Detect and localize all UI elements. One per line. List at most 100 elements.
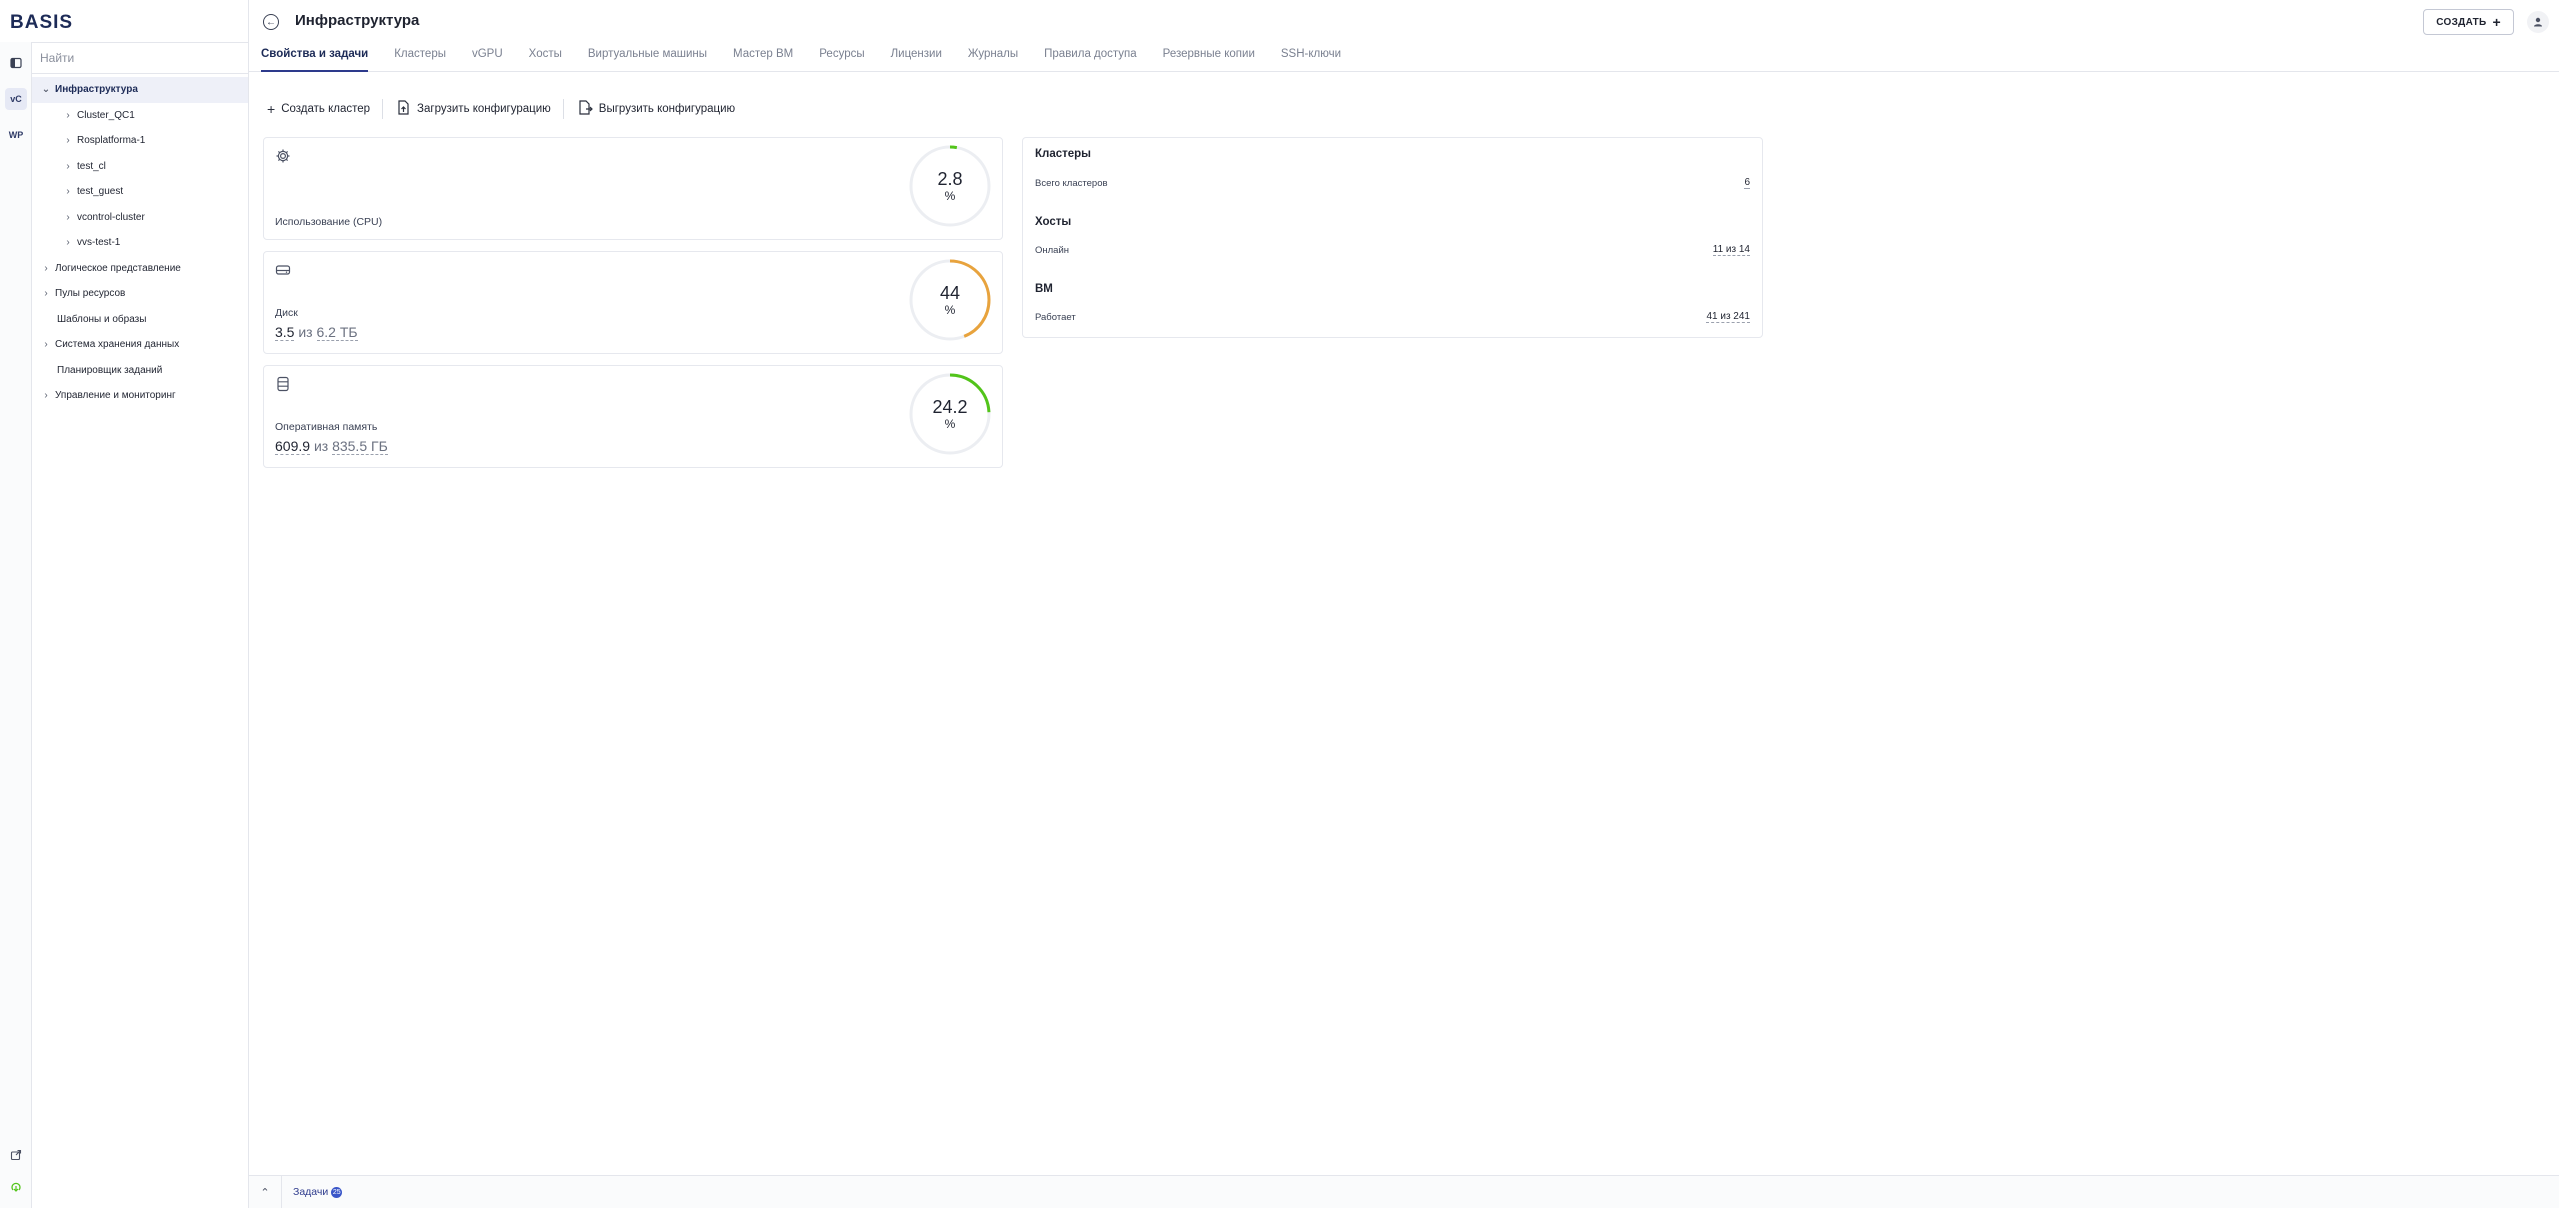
export-icon[interactable] [8,1149,24,1165]
tree-item-cluster-qc1[interactable]: › Cluster_QC1 [32,103,248,129]
chevron-right-icon[interactable]: › [40,263,52,274]
tree-item-storage[interactable]: › Система хранения данных [32,332,248,358]
download-config-label: Выгрузить конфигурацию [598,103,736,115]
disk-label: Диск [275,307,298,319]
tab-resources[interactable]: Ресурсы [819,42,864,72]
clusters-total-value[interactable]: 6 [1744,177,1750,189]
chevron-right-icon[interactable]: › [62,161,74,172]
tab-licenses[interactable]: Лицензии [891,42,942,72]
chevron-right-icon[interactable]: › [62,135,74,146]
hosts-title: Хосты [1035,216,1072,228]
ram-usage-card: Оперативная память 609.9 из 835.5 ГБ 24.… [263,365,1003,468]
tree-item-label: Логическое представление [55,262,181,274]
tree-item-label: Управление и мониторинг [55,390,176,402]
tree-item-infrastructure[interactable]: ⌄ Инфраструктура [32,77,248,103]
tree-item-scheduler[interactable]: Планировщик заданий [32,358,248,384]
hosts-online-value[interactable]: 11 из 14 [1712,244,1750,256]
chevron-right-icon[interactable]: › [40,390,52,401]
navigation-tree: ⌄ Инфраструктура › Cluster_QC1 › Rosplatfor… [32,77,248,409]
upload-config-button[interactable]: Загрузить конфигурацию [393,100,563,118]
ram-percent-unit: % [944,417,956,431]
upload-config-label: Загрузить конфигурацию [417,103,551,115]
disk-percent-unit: % [944,303,956,317]
vm-running-value[interactable]: 41 из 241 [1706,311,1750,323]
user-avatar-icon[interactable] [2527,11,2549,33]
back-arrow-icon[interactable]: ← [263,14,279,30]
search-box [32,42,248,74]
page-title: Инфраструктура [295,12,420,29]
chevron-right-icon[interactable]: › [40,288,52,299]
tab-vgpu[interactable]: vGPU [472,42,503,72]
tasks-label: Задачи [293,1186,329,1198]
create-cluster-button[interactable]: + Создать кластер [263,101,382,117]
ram-total: 835.5 ГБ [332,438,388,455]
status-online-icon[interactable] [8,1182,24,1198]
chevron-right-icon[interactable]: › [62,237,74,248]
ram-used: 609.9 [275,438,311,455]
tree-item-label: test_cl [77,160,106,172]
tree-item-label: vvs-test-1 [77,237,121,249]
vm-title: ВМ [1035,283,1053,295]
sidebar: ⌄Инфраструктура ›Cluster_QC1 ›Rosplatfor… [32,0,249,1208]
vm-running-label: Работает [1035,312,1076,323]
tree-item-resource-pools[interactable]: › Пулы ресурсов [32,281,248,307]
bottom-bar: ⌃ Задачи 25 [249,1175,2559,1208]
tab-hosts[interactable]: Хосты [529,42,562,72]
tab-backups[interactable]: Резервные копии [1163,42,1255,72]
clusters-total-label: Всего кластеров [1035,178,1108,189]
disk-percent: 44 [939,283,961,303]
chevron-right-icon[interactable]: › [40,339,52,350]
tree-item-logical-view[interactable]: › Логическое представление [32,256,248,282]
summary-card: Кластеры Всего кластеров 6 Хосты Онлайн … [1022,137,1763,338]
create-button[interactable]: СОЗДАТЬ + [2423,9,2514,35]
clusters-title: Кластеры [1035,148,1091,160]
tab-clusters[interactable]: Кластеры [394,42,446,72]
tab-properties-tasks[interactable]: Свойства и задачи [261,42,369,72]
tab-ssh-keys[interactable]: SSH-ключи [1281,42,1341,72]
hosts-online-label: Онлайн [1035,245,1070,256]
ram-value: 609.9 из 835.5 ГБ [275,438,388,455]
tab-virtual-machines[interactable]: Виртуальные машины [588,42,707,72]
chevron-up-icon[interactable]: ⌃ [249,1176,282,1208]
database-icon [275,376,291,395]
ram-percent: 24.2 [932,397,968,417]
rail-item-wp[interactable]: WP [5,124,27,146]
tasks-link[interactable]: Задачи 25 [293,1186,343,1198]
create-button-label: СОЗДАТЬ [2436,16,2487,28]
tree-item-label: Инфраструктура [55,84,138,96]
cpu-gauge-text: 2.8 % [908,144,992,228]
icon-rail: vC WP [0,42,32,1208]
disk-used: 3.5 [275,324,295,341]
tree-item-test-cl[interactable]: › test_cl [32,154,248,180]
search-input[interactable] [32,42,248,73]
tree-item-vcontrol-cluster[interactable]: › vcontrol-cluster [32,205,248,231]
tree-item-label: Система хранения данных [55,339,180,351]
ram-label: Оперативная память [275,421,378,433]
tab-bar: Свойства и задачи Кластеры vGPU Хосты Ви… [249,42,2559,72]
chevron-right-icon[interactable]: › [62,212,74,223]
sidebar-toggle-icon[interactable] [5,52,27,74]
cpu-label: Использование (CPU) [275,216,383,228]
tree-item-rosplatforma-1[interactable]: › Rosplatforma-1 [32,128,248,154]
chevron-right-icon[interactable]: › [62,110,74,121]
download-config-button[interactable]: Выгрузить конфигурацию [574,100,747,118]
tab-access-rules[interactable]: Правила доступа [1044,42,1137,72]
tab-logs[interactable]: Журналы [968,42,1018,72]
file-upload-icon [397,100,411,118]
tab-vm-wizard[interactable]: Мастер ВМ [733,42,793,72]
tree-item-label: Пулы ресурсов [55,288,126,300]
chevron-down-icon[interactable]: ⌄ [40,84,52,95]
chevron-right-icon[interactable]: › [62,186,74,197]
tree-item-vvs-test-1[interactable]: › vvs-test-1 [32,230,248,256]
tree-item-label: Cluster_QC1 [77,109,135,121]
plus-icon: + [267,101,276,117]
rail-item-vc[interactable]: vC [5,88,27,110]
tasks-count-badge: 25 [331,1186,343,1198]
app-window: BASIS vC WP ⌄Инфраструктура ›Cluster_QC1… [0,0,2559,1208]
tree-item-templates[interactable]: Шаблоны и образы [32,307,248,333]
tree-item-label: vcontrol-cluster [77,211,145,223]
ram-of: из [313,438,329,454]
tree-item-test-guest[interactable]: › test_guest [32,179,248,205]
tree-item-monitoring[interactable]: › Управление и мониторинг [32,383,248,409]
gear-icon [275,148,291,167]
